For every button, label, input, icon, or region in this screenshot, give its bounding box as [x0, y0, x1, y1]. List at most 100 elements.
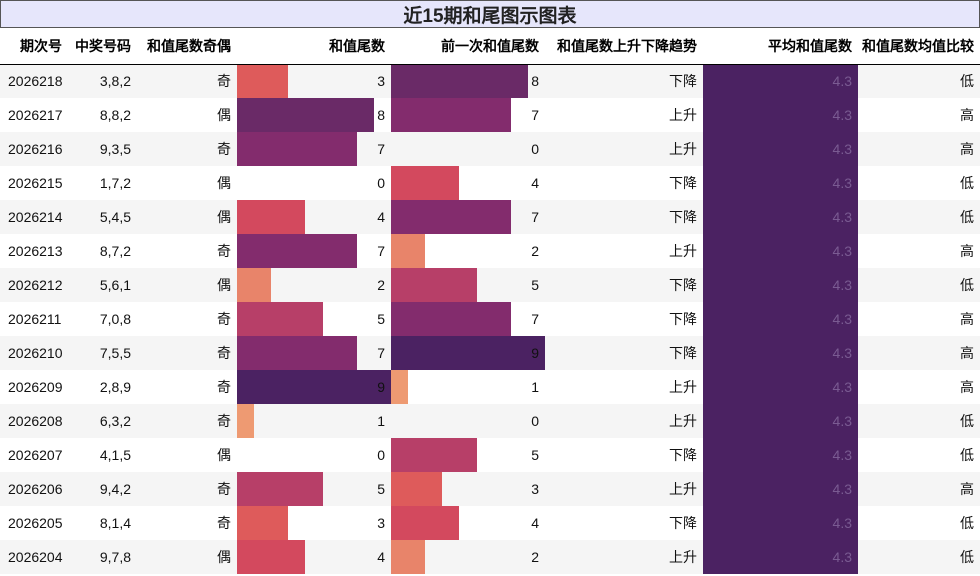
- tail-cell: 4: [237, 540, 391, 574]
- header-numbers[interactable]: 中奖号码: [68, 28, 137, 65]
- period-cell: 2026215: [0, 166, 68, 200]
- prev-tail-cell: 2: [391, 234, 545, 268]
- numbers-cell: 8,8,2: [68, 98, 137, 132]
- numbers-cell: 5,4,5: [68, 200, 137, 234]
- period-cell: 2026214: [0, 200, 68, 234]
- prev-tail-cell: 4: [391, 166, 545, 200]
- tail-value: 2: [377, 277, 385, 293]
- trend-cell: 上升: [545, 540, 703, 574]
- header-avg[interactable]: 平均和值尾数: [703, 28, 858, 65]
- compare-cell: 高: [858, 98, 980, 132]
- tail-cell: 0: [237, 166, 391, 200]
- table-row[interactable]: 2026214 5,4,5 偶 4 7 下降 4.3 低: [0, 200, 980, 234]
- table-row[interactable]: 2026204 9,7,8 偶 4 2 上升 4.3 低: [0, 540, 980, 574]
- parity-cell: 偶: [137, 540, 237, 574]
- header-tail[interactable]: 和值尾数: [237, 28, 391, 65]
- prev-tail-cell: 7: [391, 200, 545, 234]
- table-row[interactable]: 2026212 5,6,1 偶 2 5 下降 4.3 低: [0, 268, 980, 302]
- tail-cell: 8: [237, 98, 391, 132]
- avg-cell: 4.3: [703, 132, 858, 166]
- table-row[interactable]: 2026206 9,4,2 奇 5 3 上升 4.3 高: [0, 472, 980, 506]
- period-cell: 2026207: [0, 438, 68, 472]
- avg-cell: 4.3: [703, 64, 858, 98]
- parity-cell: 偶: [137, 166, 237, 200]
- parity-cell: 奇: [137, 234, 237, 268]
- prev-tail-cell: 0: [391, 404, 545, 438]
- parity-cell: 奇: [137, 132, 237, 166]
- parity-cell: 偶: [137, 98, 237, 132]
- header-prev-tail[interactable]: 前一次和值尾数: [391, 28, 545, 65]
- tail-value: 4: [377, 209, 385, 225]
- trend-cell: 下降: [545, 200, 703, 234]
- avg-cell: 4.3: [703, 98, 858, 132]
- header-period[interactable]: 期次号: [0, 28, 68, 65]
- table-row[interactable]: 2026215 1,7,2 偶 0 4 下降 4.3 低: [0, 166, 980, 200]
- compare-cell: 高: [858, 302, 980, 336]
- trend-cell: 下降: [545, 336, 703, 370]
- trend-cell: 下降: [545, 64, 703, 98]
- table-row[interactable]: 2026213 8,7,2 奇 7 2 上升 4.3 高: [0, 234, 980, 268]
- compare-cell: 低: [858, 166, 980, 200]
- prev-tail-cell: 5: [391, 268, 545, 302]
- prev-tail-cell: 1: [391, 370, 545, 404]
- trend-cell: 下降: [545, 268, 703, 302]
- avg-cell: 4.3: [703, 234, 858, 268]
- tail-cell: 7: [237, 336, 391, 370]
- numbers-cell: 9,3,5: [68, 132, 137, 166]
- prev-tail-cell: 7: [391, 98, 545, 132]
- tail-value: 3: [377, 515, 385, 531]
- prev-tail-value: 9: [531, 345, 539, 361]
- prev-tail-cell: 9: [391, 336, 545, 370]
- avg-cell: 4.3: [703, 336, 858, 370]
- avg-cell: 4.3: [703, 200, 858, 234]
- prev-tail-value: 2: [531, 549, 539, 565]
- table-row[interactable]: 2026217 8,8,2 偶 8 7 上升 4.3 高: [0, 98, 980, 132]
- numbers-cell: 7,5,5: [68, 336, 137, 370]
- prev-tail-cell: 3: [391, 472, 545, 506]
- table-row[interactable]: 2026218 3,8,2 奇 3 8 下降 4.3 低: [0, 64, 980, 98]
- period-cell: 2026204: [0, 540, 68, 574]
- avg-cell: 4.3: [703, 404, 858, 438]
- header-trend[interactable]: 和值尾数上升下降趋势: [545, 28, 703, 65]
- tail-value: 0: [377, 175, 385, 191]
- prev-tail-value: 7: [531, 311, 539, 327]
- tail-value: 1: [377, 413, 385, 429]
- trend-cell: 下降: [545, 506, 703, 540]
- tail-value: 5: [377, 311, 385, 327]
- table-row[interactable]: 2026207 4,1,5 偶 0 5 下降 4.3 低: [0, 438, 980, 472]
- compare-cell: 高: [858, 234, 980, 268]
- prev-tail-cell: 0: [391, 132, 545, 166]
- table-row[interactable]: 2026209 2,8,9 奇 9 1 上升 4.3 高: [0, 370, 980, 404]
- numbers-cell: 1,7,2: [68, 166, 137, 200]
- avg-cell: 4.3: [703, 438, 858, 472]
- compare-cell: 低: [858, 540, 980, 574]
- period-cell: 2026205: [0, 506, 68, 540]
- trend-cell: 上升: [545, 370, 703, 404]
- prev-tail-value: 4: [531, 175, 539, 191]
- prev-tail-value: 4: [531, 515, 539, 531]
- trend-cell: 下降: [545, 302, 703, 336]
- table-row[interactable]: 2026205 8,1,4 奇 3 4 下降 4.3 低: [0, 506, 980, 540]
- tail-value: 4: [377, 549, 385, 565]
- period-cell: 2026208: [0, 404, 68, 438]
- table-row[interactable]: 2026211 7,0,8 奇 5 7 下降 4.3 高: [0, 302, 980, 336]
- numbers-cell: 3,8,2: [68, 64, 137, 98]
- parity-cell: 奇: [137, 64, 237, 98]
- tail-value: 8: [377, 107, 385, 123]
- trend-cell: 下降: [545, 166, 703, 200]
- parity-cell: 奇: [137, 404, 237, 438]
- table-title: 近15期和尾图示图表: [0, 0, 980, 28]
- compare-cell: 低: [858, 438, 980, 472]
- header-compare[interactable]: 和值尾数均值比较: [858, 28, 980, 65]
- tail-cell: 5: [237, 472, 391, 506]
- trend-cell: 上升: [545, 234, 703, 268]
- tail-cell: 0: [237, 438, 391, 472]
- prev-tail-value: 2: [531, 243, 539, 259]
- header-parity[interactable]: 和值尾数奇偶: [137, 28, 237, 65]
- table-row[interactable]: 2026208 6,3,2 奇 1 0 上升 4.3 低: [0, 404, 980, 438]
- table-row[interactable]: 2026210 7,5,5 奇 7 9 下降 4.3 高: [0, 336, 980, 370]
- compare-cell: 低: [858, 506, 980, 540]
- prev-tail-cell: 5: [391, 438, 545, 472]
- parity-cell: 奇: [137, 472, 237, 506]
- table-row[interactable]: 2026216 9,3,5 奇 7 0 上升 4.3 高: [0, 132, 980, 166]
